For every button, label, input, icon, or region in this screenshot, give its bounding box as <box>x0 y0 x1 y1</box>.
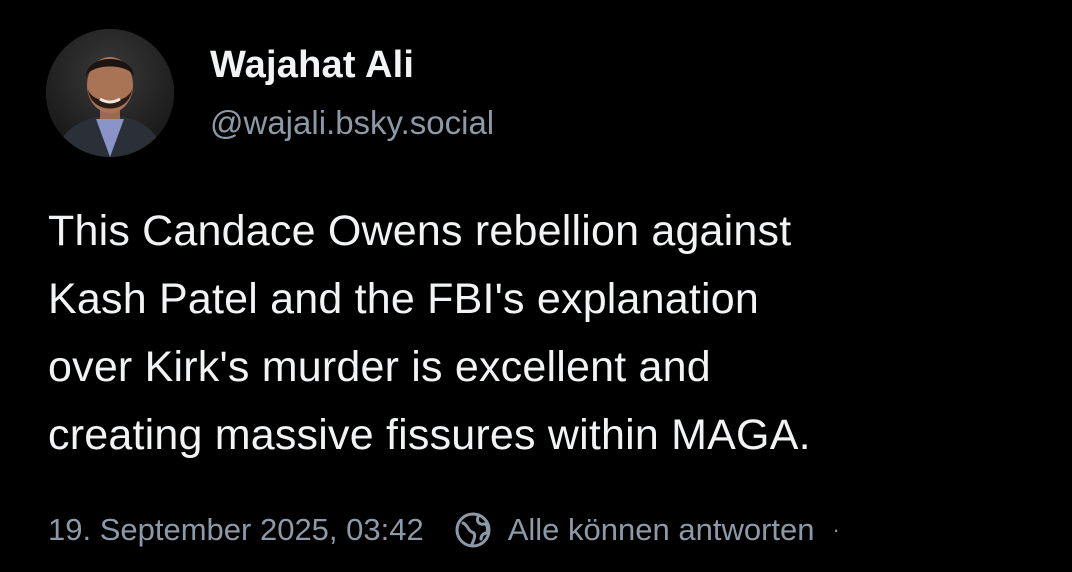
post-timestamp[interactable]: 19. September 2025, 03:42 <box>48 512 424 548</box>
author-handle[interactable]: @wajali.bsky.social <box>210 104 494 142</box>
reply-setting[interactable]: Alle können antworten <box>508 512 815 548</box>
avatar[interactable] <box>46 29 174 157</box>
avatar-photo-icon <box>46 29 174 157</box>
author-display-name[interactable]: Wajahat Ali <box>210 44 414 87</box>
globe-icon <box>454 511 492 549</box>
post-text: This Candace Owens rebellion against Kas… <box>48 207 811 459</box>
post-card: Wajahat Ali @wajali.bsky.social This Can… <box>0 0 1072 572</box>
post-meta: 19. September 2025, 03:42 Alle können an… <box>48 508 840 552</box>
separator-dot: · <box>832 517 840 542</box>
